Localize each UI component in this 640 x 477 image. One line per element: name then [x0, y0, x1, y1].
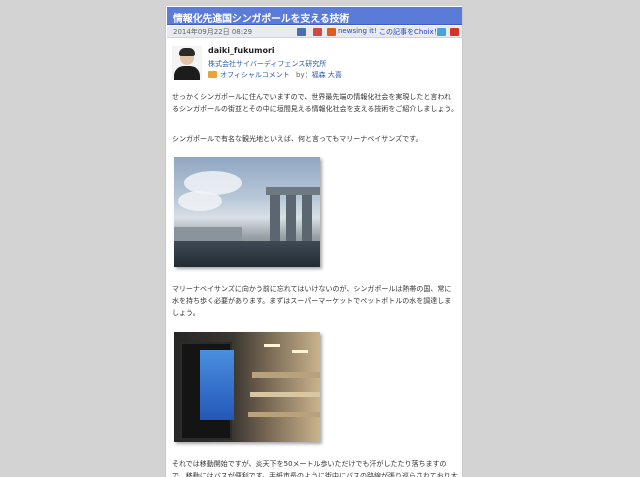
paragraph-bus: それでは移動開始ですが、炎天下を50メートル歩いただけでも汗がしたたり落ちますの… [172, 460, 458, 477]
marina-bay-sands-photo [174, 157, 320, 267]
article-container: 情報化先進国シンガポールを支える技術 2014年09月22日 08:29 new… [165, 6, 463, 477]
share-icon[interactable] [437, 28, 446, 36]
pdf-icon[interactable] [450, 28, 459, 36]
byline: by：福森 大喜 [296, 70, 342, 80]
newsing-icon[interactable] [327, 28, 336, 36]
byline-name[interactable]: 福森 大喜 [312, 71, 342, 79]
meta-bar: 2014年09月22日 08:29 newsing it! この記事をChoix… [167, 26, 462, 38]
article-date: 2014年09月22日 08:29 [173, 28, 253, 36]
supermarket-photo [174, 332, 320, 442]
author-avatar [172, 46, 202, 80]
article-title[interactable]: 情報化先進国シンガポールを支える技術 [173, 10, 349, 25]
comment-type: オフィシャルコメント [220, 71, 290, 79]
paragraph-intro: せっかくシンガポールに住んでいますので、世界最先端の情報化社会を実現したと言われ… [172, 93, 458, 113]
byline-label: by： [296, 71, 312, 79]
choix-link[interactable]: この記事をChoix！ [379, 27, 441, 37]
author-company[interactable]: 株式会社サイバーディフェンス研究所 [208, 59, 326, 69]
social-icon[interactable] [313, 28, 322, 36]
newsing-link[interactable]: newsing it! [338, 27, 377, 35]
paragraph-marina: シンガポールで有名な観光地といえば、何と言ってもマリーナベイサンズです。 [172, 135, 423, 143]
bookmark-icon[interactable] [297, 28, 306, 36]
paragraph-water: マリーナベイサンズに向かう前に忘れてはいけないのが、シンガポールは熱帯の国、常に… [172, 285, 452, 317]
author-name[interactable]: daiki_fukumori [208, 46, 275, 55]
article-title-bar: 情報化先進国シンガポールを支える技術 [167, 7, 462, 25]
comment-icon [208, 71, 217, 78]
